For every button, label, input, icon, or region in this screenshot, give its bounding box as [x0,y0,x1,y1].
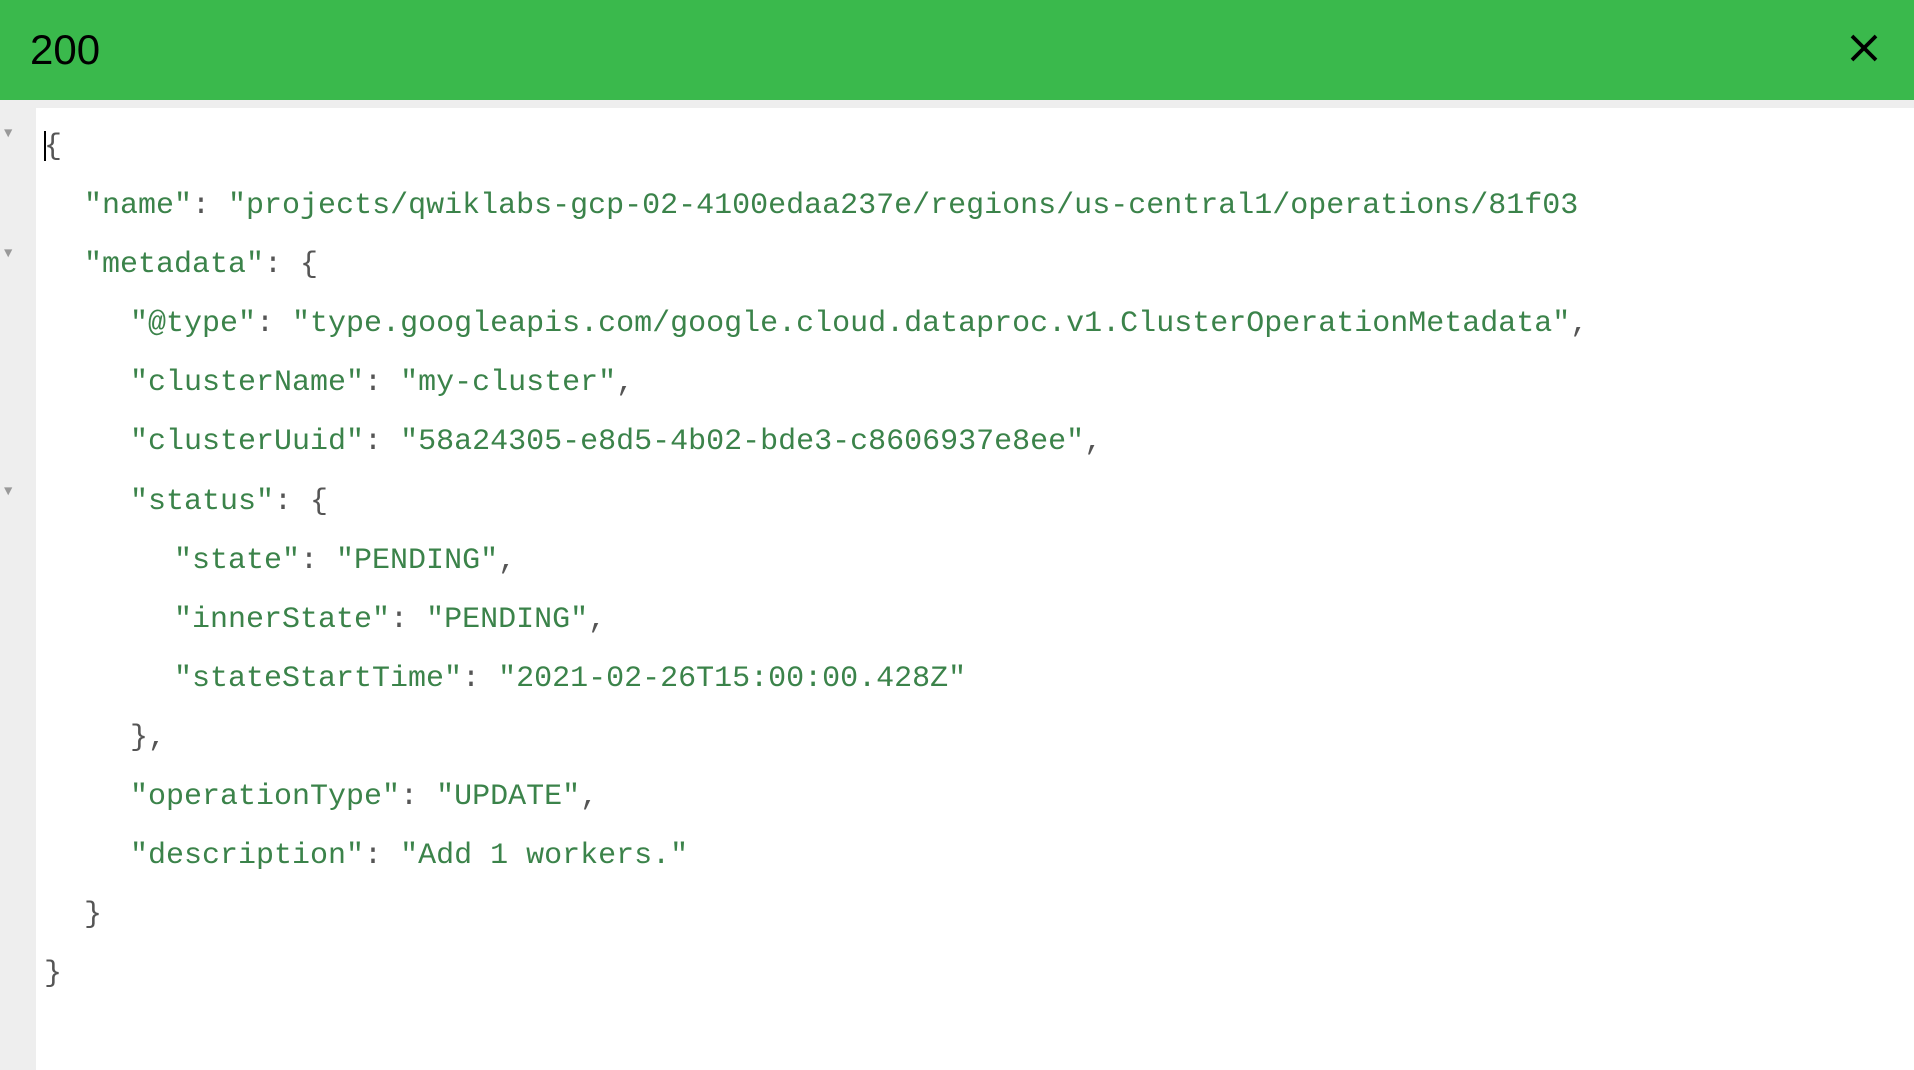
json-line: "name": "projects/qwiklabs-gcp-02-4100ed… [44,177,1906,236]
close-button[interactable] [1844,30,1884,70]
close-icon [1846,30,1882,71]
json-line: "clusterName": "my-cluster", [44,354,1906,413]
json-line: "state": "PENDING", [44,532,1906,591]
json-line: "@type": "type.googleapis.com/google.clo… [44,295,1906,354]
json-line: "description": "Add 1 workers." [44,827,1906,886]
response-header: 200 [0,0,1914,100]
json-line: "clusterUuid": "58a24305-e8d5-4b02-bde3-… [44,413,1906,472]
status-code: 200 [30,26,100,74]
json-line: }, [44,709,1906,768]
json-line: "stateStartTime": "2021-02-26T15:00:00.4… [44,650,1906,709]
json-line: "operationType": "UPDATE", [44,768,1906,827]
json-line: "metadata": { [44,236,1906,295]
json-line: "status": { [44,473,1906,532]
fold-gutter: ▼ ▼ ▼ [0,108,36,1070]
json-line: "innerState": "PENDING", [44,591,1906,650]
response-body-area: ▼ ▼ ▼ { "name": "projects/qwiklabs-gcp-0… [0,100,1914,1070]
json-line: { [44,118,1906,177]
json-line: } [44,886,1906,945]
fold-arrow-icon[interactable]: ▼ [4,246,12,262]
json-line: } [44,945,1906,1004]
fold-arrow-icon[interactable]: ▼ [4,126,12,142]
fold-arrow-icon[interactable]: ▼ [4,484,12,500]
json-response-body[interactable]: { "name": "projects/qwiklabs-gcp-02-4100… [36,108,1914,1070]
